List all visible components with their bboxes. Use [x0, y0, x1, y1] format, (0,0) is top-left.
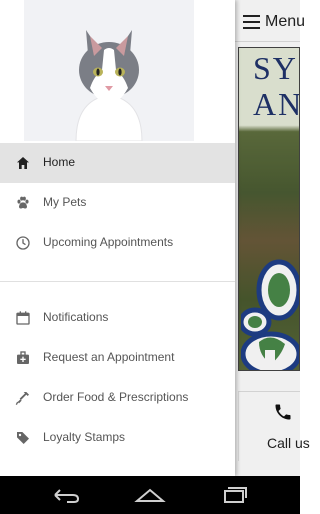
nav-item-label: Notifications: [43, 310, 109, 324]
nav-item-loyalty-stamps[interactable]: Loyalty Stamps: [0, 418, 235, 458]
drawer-header: [0, 0, 235, 141]
nav-item-label: Home: [43, 155, 76, 169]
clock-icon: [16, 236, 30, 250]
recents-button[interactable]: [216, 484, 252, 506]
nav-item-label: Order Food & Prescriptions: [43, 390, 189, 404]
nav-item-label: Request an Appointment: [43, 350, 175, 364]
cat-photo: [24, 0, 194, 141]
nav-item-label: My Pets: [43, 195, 87, 209]
home-button[interactable]: [132, 484, 168, 506]
calendar-icon: [16, 311, 30, 325]
nav-item-my-pets[interactable]: My Pets: [0, 183, 235, 223]
nav-item-label: Loyalty Stamps: [43, 430, 126, 444]
nav-item-order-food[interactable]: Order Food & Prescriptions: [0, 378, 235, 418]
nav-item-request-appointment[interactable]: Request an Appointment: [0, 338, 235, 378]
tag-icon: [17, 432, 29, 444]
back-icon: [54, 489, 80, 503]
drawer-divider: [0, 281, 235, 282]
medical-bag-icon: [17, 351, 29, 364]
syringe-icon: [15, 392, 29, 405]
home-button-icon: [134, 488, 166, 502]
back-button[interactable]: [48, 484, 84, 506]
drawer-scrim[interactable]: [235, 0, 300, 476]
nav-item-home[interactable]: Home: [0, 143, 235, 183]
nav-item-label: Upcoming Appointments: [43, 235, 174, 249]
nav-item-upcoming-appointments[interactable]: Upcoming Appointments: [0, 223, 235, 263]
navigation-drawer: Home My Pets Upcoming Appointments Notif…: [0, 0, 235, 476]
home-icon: [17, 157, 29, 169]
nav-item-notifications[interactable]: Notifications: [0, 298, 235, 338]
system-navigation-bar: [0, 476, 300, 514]
recents-icon: [224, 487, 247, 503]
paw-icon: [17, 196, 29, 209]
